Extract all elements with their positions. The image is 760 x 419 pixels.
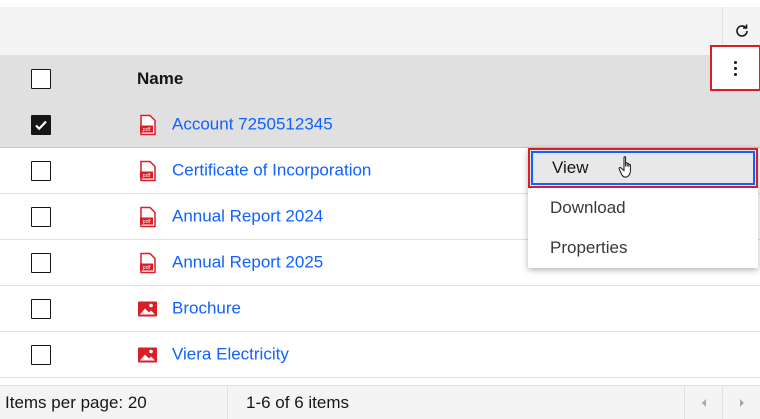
overflow-menu: View Download Properties [528, 148, 758, 268]
table-row[interactable]: pdf Account 7250512345 [0, 102, 760, 148]
row-checkbox[interactable] [31, 252, 51, 273]
svg-text:pdf: pdf [142, 173, 150, 179]
select-all-checkbox[interactable] [31, 68, 51, 89]
refresh-icon [735, 24, 748, 37]
menu-item-properties[interactable]: Properties [528, 228, 758, 268]
row-overflow-menu-button[interactable] [710, 45, 760, 91]
file-link[interactable]: Viera Electricity [172, 345, 289, 365]
file-link[interactable]: Annual Report 2025 [172, 253, 323, 273]
svg-text:pdf: pdf [142, 219, 150, 225]
pagination-nav [684, 386, 760, 419]
file-link[interactable]: Annual Report 2024 [172, 207, 323, 227]
row-checkbox[interactable] [31, 114, 51, 135]
file-link[interactable]: Brochure [172, 299, 241, 319]
pdf-icon: pdf [137, 114, 158, 135]
table-toolbar [0, 7, 760, 55]
next-page-button[interactable] [722, 386, 760, 419]
table-row[interactable]: Brochure [0, 286, 760, 332]
items-per-page-select[interactable]: Items per page: 20 [0, 386, 228, 419]
previous-page-button[interactable] [684, 386, 722, 419]
file-link[interactable]: Account 7250512345 [172, 115, 333, 135]
table-row[interactable]: Viera Electricity [0, 332, 760, 378]
pdf-icon: pdf [137, 252, 158, 273]
image-icon [137, 298, 158, 319]
row-checkbox[interactable] [31, 344, 51, 365]
row-checkbox[interactable] [31, 298, 51, 319]
image-icon [137, 344, 158, 365]
menu-item-download[interactable]: Download [528, 188, 758, 228]
caret-left-icon [701, 398, 706, 407]
overflow-menu-icon [734, 59, 737, 77]
checkmark-icon [35, 120, 47, 130]
pdf-icon: pdf [137, 160, 158, 181]
table-header: Name [0, 55, 760, 102]
svg-text:pdf: pdf [142, 127, 150, 133]
pagination-bar: Items per page: 20 1-6 of 6 items [0, 385, 760, 419]
column-header-name[interactable]: Name [137, 69, 183, 89]
row-checkbox[interactable] [31, 206, 51, 227]
svg-text:pdf: pdf [142, 265, 150, 271]
menu-item-view[interactable]: View [528, 148, 758, 188]
file-link[interactable]: Certificate of Incorporation [172, 161, 371, 181]
caret-right-icon [739, 398, 744, 407]
pagination-range: 1-6 of 6 items [246, 392, 349, 412]
row-checkbox[interactable] [31, 160, 51, 181]
hand-cursor-icon [618, 156, 631, 178]
pdf-icon: pdf [137, 206, 158, 227]
